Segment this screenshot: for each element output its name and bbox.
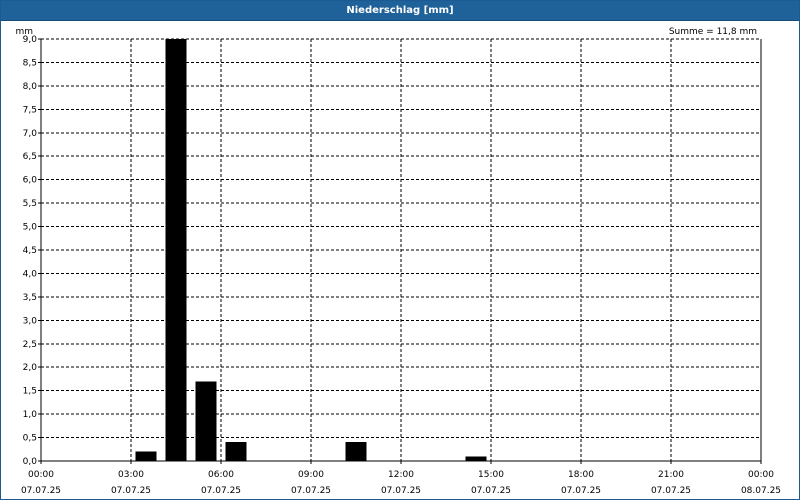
y-tick-label: 0,5 bbox=[23, 434, 37, 444]
x-tick-label-time: 00:00 bbox=[748, 470, 774, 480]
precipitation-bar bbox=[165, 39, 187, 461]
x-tick-label-date: 07.07.25 bbox=[21, 486, 61, 496]
x-tick-label-date: 07.07.25 bbox=[651, 486, 691, 496]
precipitation-bar bbox=[345, 442, 367, 461]
y-tick-label: 5,0 bbox=[23, 223, 38, 233]
y-tick-label: 2,0 bbox=[23, 363, 38, 373]
precipitation-bar bbox=[225, 442, 247, 461]
y-tick-label: 3,5 bbox=[23, 293, 37, 303]
y-tick-label: 1,5 bbox=[23, 387, 37, 397]
y-tick-label: 6,0 bbox=[23, 176, 38, 186]
x-tick-label-time: 12:00 bbox=[388, 470, 414, 480]
y-tick-label: 8,0 bbox=[23, 82, 38, 92]
y-tick-label: 3,0 bbox=[23, 316, 38, 326]
x-tick-label-time: 06:00 bbox=[208, 470, 234, 480]
x-tick-label-date: 07.07.25 bbox=[201, 486, 241, 496]
y-tick-label: 8,5 bbox=[23, 58, 37, 68]
x-tick-label-time: 15:00 bbox=[478, 470, 504, 480]
x-tick-label-date: 07.07.25 bbox=[291, 486, 331, 496]
y-tick-label: 0,0 bbox=[23, 457, 38, 467]
y-axis-label: mm bbox=[15, 27, 33, 37]
x-tick-label-date: 08.07.25 bbox=[741, 486, 781, 496]
precipitation-bar bbox=[195, 381, 217, 461]
y-tick-label: 5,5 bbox=[23, 199, 37, 209]
sum-annotation: Summe = 11,8 mm bbox=[669, 27, 757, 37]
x-tick-label-date: 07.07.25 bbox=[111, 486, 151, 496]
x-tick-label-time: 21:00 bbox=[658, 470, 684, 480]
x-tick-label-date: 07.07.25 bbox=[561, 486, 601, 496]
y-tick-label: 6,5 bbox=[23, 152, 37, 162]
precipitation-bar bbox=[135, 451, 157, 461]
x-tick-label-time: 00:00 bbox=[28, 470, 54, 480]
y-tick-label: 4,0 bbox=[23, 269, 38, 279]
y-tick-label: 4,5 bbox=[23, 246, 37, 256]
y-tick-label: 7,0 bbox=[23, 129, 38, 139]
precipitation-chart: 0,0 0,5 1,0 1,5 2,0 2,5 3,0 3,5 4,0 4,5 5,0 5,5 6,0 6… bbox=[15, 27, 781, 496]
y-tick-label: 1,0 bbox=[23, 410, 38, 420]
x-tick-label-date: 07.07.25 bbox=[471, 486, 511, 496]
chart-window: Niederschlag [mm] 0,0 0,5 1,0 1,5 2,0 2,5 3,0 3… bbox=[0, 0, 800, 500]
precipitation-bar bbox=[465, 456, 487, 461]
x-tick-label-time: 18:00 bbox=[568, 470, 594, 480]
y-tick-label: 2,5 bbox=[23, 340, 37, 350]
y-tick-label: 7,5 bbox=[23, 105, 37, 115]
x-tick-label-time: 03:00 bbox=[118, 470, 144, 480]
x-tick-label-date: 07.07.25 bbox=[381, 486, 421, 496]
x-tick-label-time: 09:00 bbox=[298, 470, 324, 480]
